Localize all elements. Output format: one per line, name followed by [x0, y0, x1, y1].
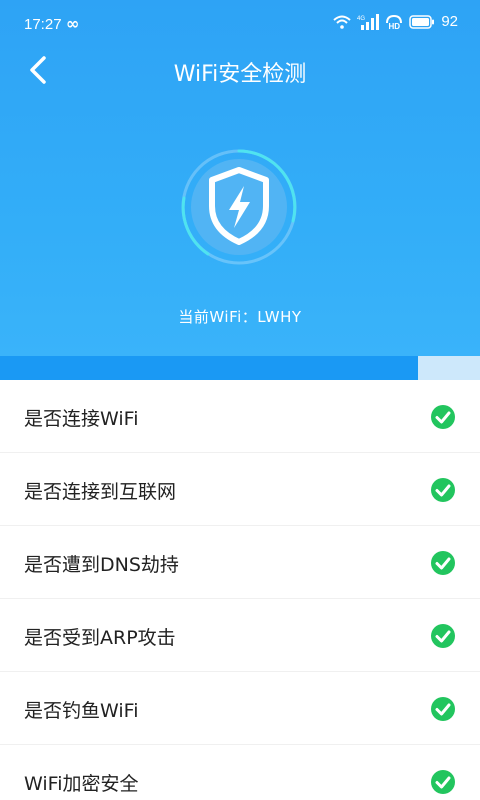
check-row: 是否连接WiFi [0, 380, 480, 453]
status-icons: 4G HD 92 [333, 13, 458, 30]
status-time: 17:27 [24, 16, 62, 33]
check-label: 是否连接WiFi [24, 408, 139, 430]
infinity-icon: ∞ [66, 14, 80, 33]
check-row: 是否连接到互联网 [0, 453, 480, 526]
nav-bar: WiFi安全检测 [0, 44, 480, 96]
check-circle-icon [431, 770, 455, 794]
check-circle-icon [431, 624, 455, 648]
scan-indicator [178, 146, 300, 268]
battery-level: 92 [441, 13, 458, 30]
signal-4g-icon: 4G [357, 13, 380, 30]
scan-progress-fill [0, 356, 418, 380]
status-bar: 17:27 ∞ 4G HD 92 [0, 0, 480, 48]
check-row: 是否受到ARP攻击 [0, 599, 480, 672]
check-circle-icon [431, 405, 455, 429]
header-banner: 17:27 ∞ 4G HD 92 WiFi安全检测 当前WiFi：LWHY [0, 0, 480, 380]
check-row: 是否钓鱼WiFi [0, 672, 480, 745]
check-label: 是否钓鱼WiFi [24, 700, 139, 722]
check-row: 是否遭到DNS劫持 [0, 526, 480, 599]
check-circle-icon [431, 551, 455, 575]
current-wifi-label: 当前WiFi：LWHY [178, 308, 302, 326]
wifi-icon [333, 15, 351, 29]
check-circle-icon [431, 478, 455, 502]
check-label: 是否连接到互联网 [24, 481, 177, 503]
check-list: 是否连接WiFi 是否连接到互联网 是否遭到DNS劫持 是否受到ARP攻击 是否钓鱼Wi… [0, 380, 480, 800]
battery-icon [409, 14, 435, 29]
svg-text:4G: 4G [357, 16, 365, 22]
page-title: WiFi安全检测 [173, 62, 307, 87]
check-label: 是否受到ARP攻击 [24, 627, 176, 649]
check-label: WiFi加密安全 [24, 773, 139, 795]
check-row: WiFi加密安全 [0, 745, 480, 800]
scan-progress-bar [0, 356, 480, 380]
check-label: 是否遭到DNS劫持 [24, 554, 179, 576]
svg-text:HD: HD [389, 22, 401, 30]
check-circle-icon [431, 697, 455, 721]
hd-call-icon: HD [386, 14, 403, 30]
